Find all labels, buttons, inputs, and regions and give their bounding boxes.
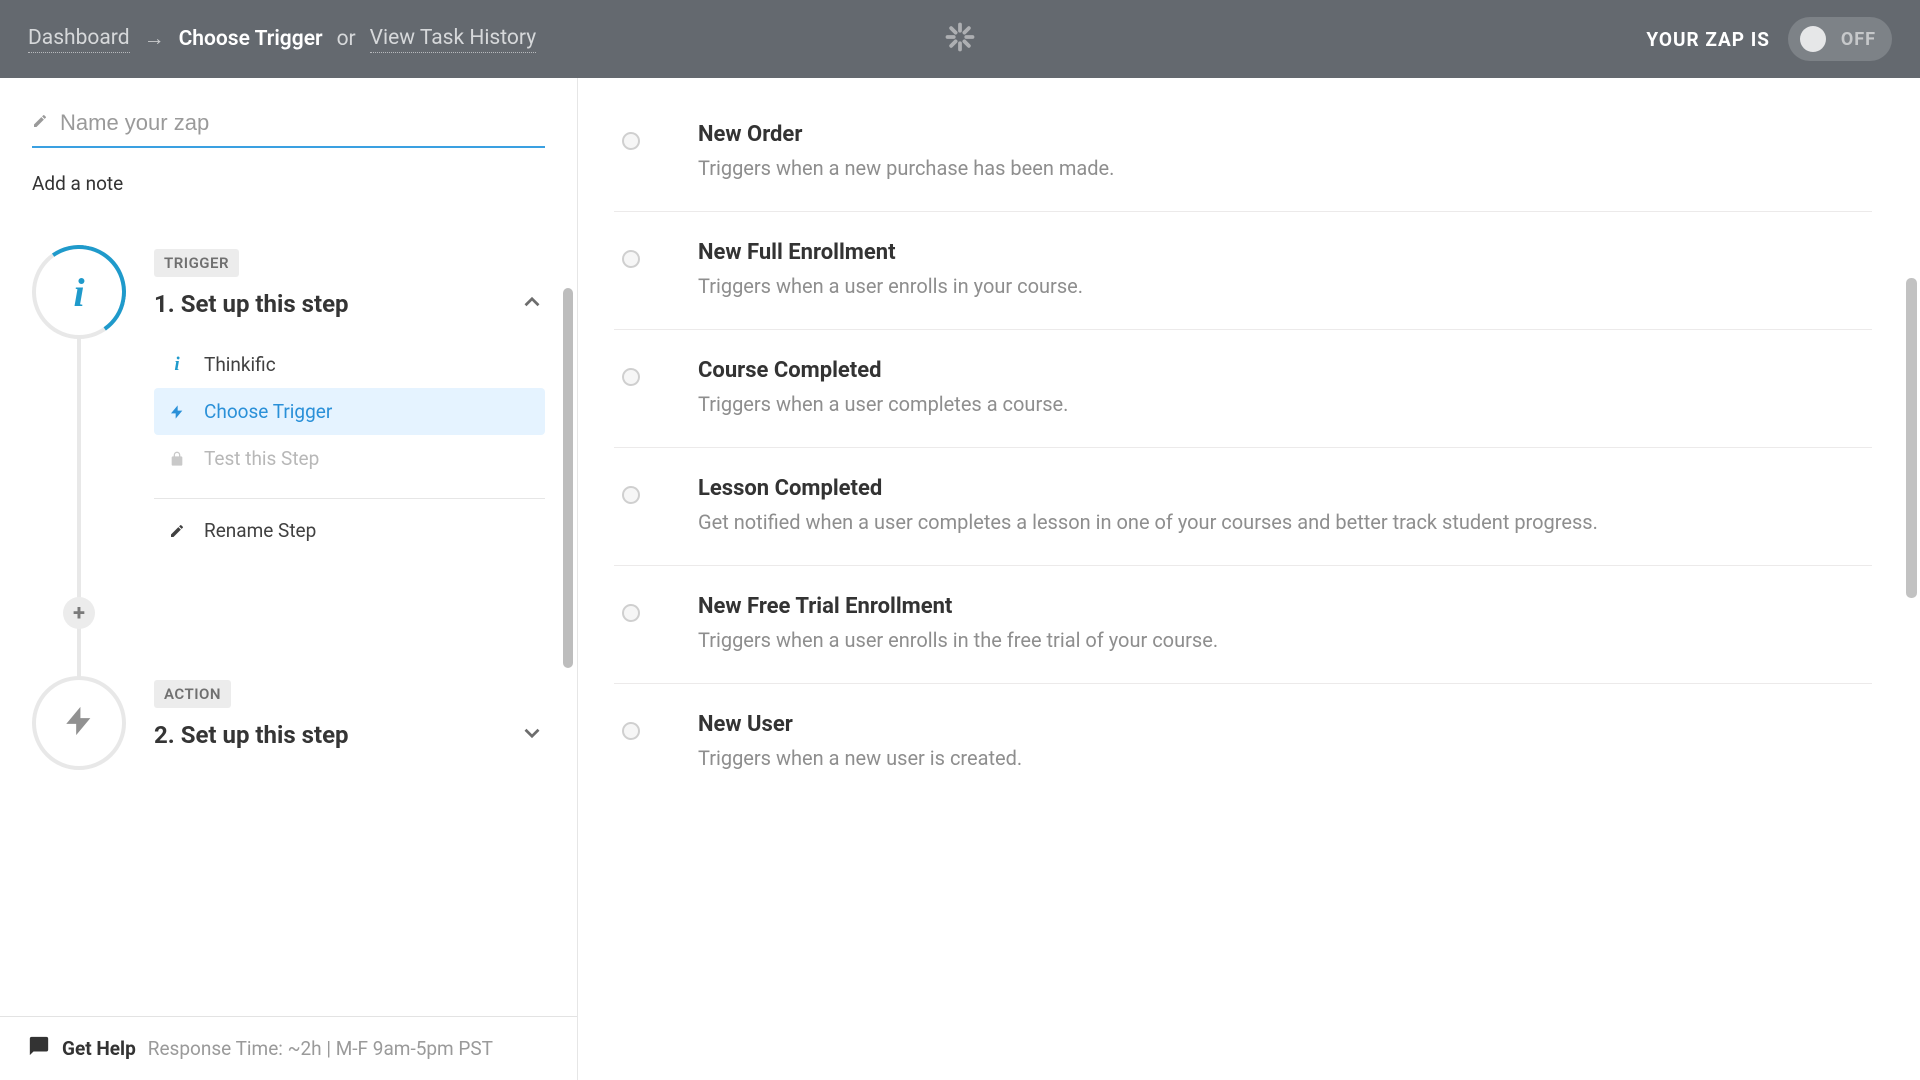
trigger-option[interactable]: New User Triggers when a new user is crea… [614, 684, 1872, 801]
add-note-link[interactable]: Add a note [32, 172, 123, 195]
trigger-radio[interactable] [622, 132, 640, 150]
step-2-title: 2. Set up this step [154, 721, 349, 749]
toggle-knob [1800, 26, 1826, 52]
breadcrumb: Dashboard → Choose Trigger or View Task … [28, 26, 536, 53]
status-label: YOUR ZAP IS [1646, 28, 1770, 51]
trigger-list: New Order Triggers when a new purchase ha… [578, 78, 1920, 841]
help-label: Get Help [62, 1037, 136, 1060]
trigger-description: Get notified when a user completes a les… [698, 507, 1872, 537]
trigger-option[interactable]: New Free Trial Enrollment Triggers when a… [614, 566, 1872, 684]
breadcrumb-arrow: → [144, 27, 165, 51]
pencil-icon [168, 523, 186, 539]
chevron-up-icon [519, 289, 545, 319]
add-step-button[interactable]: + [63, 597, 95, 629]
logo [945, 22, 975, 56]
trigger-description: Triggers when a user enrolls in your cou… [698, 271, 1872, 301]
step-connector [77, 335, 81, 695]
trigger-title: Course Completed [698, 358, 1872, 383]
trigger-title: New Free Trial Enrollment [698, 594, 1872, 619]
trigger-option[interactable]: Course Completed Triggers when a user com… [614, 330, 1872, 448]
zap-toggle[interactable]: OFF [1788, 17, 1892, 61]
step-1-title: 1. Set up this step [154, 290, 349, 318]
trigger-radio[interactable] [622, 486, 640, 504]
topbar: Dashboard → Choose Trigger or View Task … [0, 0, 1920, 78]
step-1-header[interactable]: 1. Set up this step [154, 289, 545, 319]
main-scrollbar[interactable] [1906, 278, 1917, 598]
main-panel: New Order Triggers when a new purchase ha… [578, 78, 1920, 1080]
trigger-description: Triggers when a new user is created. [698, 743, 1872, 773]
bolt-icon [62, 700, 96, 746]
zapier-icon [945, 22, 975, 56]
trigger-option[interactable]: Lesson Completed Get notified when a user… [614, 448, 1872, 566]
substep-test: Test this Step [154, 435, 545, 482]
rename-step-label: Rename Step [204, 519, 316, 542]
pencil-icon [32, 113, 48, 133]
help-bar[interactable]: Get Help Response Time: ~2h | M-F 9am-5p… [0, 1016, 577, 1080]
trigger-radio[interactable] [622, 604, 640, 622]
task-history-link[interactable]: View Task History [370, 26, 536, 53]
breadcrumb-current: Choose Trigger [179, 27, 323, 51]
trigger-description: Triggers when a user completes a course. [698, 389, 1872, 419]
chevron-down-icon [519, 720, 545, 750]
zap-status: YOUR ZAP IS OFF [1646, 17, 1892, 61]
sidebar-scrollbar[interactable] [563, 288, 573, 668]
trigger-radio[interactable] [622, 250, 640, 268]
action-tag: ACTION [154, 680, 231, 708]
zap-name-field-wrap[interactable] [32, 110, 545, 148]
trigger-description: Triggers when a user enrolls in the free… [698, 625, 1872, 655]
trigger-description: Triggers when a new purchase has been ma… [698, 153, 1872, 183]
step-2-circle[interactable] [32, 676, 126, 770]
trigger-radio[interactable] [622, 368, 640, 386]
trigger-option[interactable]: New Order Triggers when a new purchase ha… [614, 94, 1872, 212]
breadcrumb-or: or [337, 27, 356, 51]
trigger-tag: TRIGGER [154, 249, 239, 277]
info-icon: i [168, 354, 186, 376]
trigger-option[interactable]: New Full Enrollment Triggers when a user … [614, 212, 1872, 330]
trigger-title: New Order [698, 122, 1872, 147]
zap-name-input[interactable] [60, 110, 545, 136]
substep-choose-label: Choose Trigger [204, 400, 332, 423]
trigger-radio[interactable] [622, 722, 640, 740]
info-icon: i [73, 269, 84, 316]
lock-icon [168, 450, 186, 468]
step-1: i + TRIGGER 1. Set up this step [32, 245, 545, 554]
bolt-icon [168, 403, 186, 421]
step-1-circle[interactable]: i [32, 245, 126, 339]
substep-test-label: Test this Step [204, 447, 319, 470]
toggle-text: OFF [1826, 29, 1880, 50]
trigger-title: New User [698, 712, 1872, 737]
dashboard-link[interactable]: Dashboard [28, 26, 130, 53]
chat-icon [28, 1035, 50, 1062]
help-meta: Response Time: ~2h | M-F 9am-5pm PST [148, 1037, 493, 1060]
sidebar: Add a note i + TRIGGER 1. Set up this st… [0, 78, 578, 1080]
substep-choose-trigger[interactable]: Choose Trigger [154, 388, 545, 435]
rename-step[interactable]: Rename Step [154, 498, 545, 554]
trigger-title: Lesson Completed [698, 476, 1872, 501]
trigger-title: New Full Enrollment [698, 240, 1872, 265]
step-2: ACTION 2. Set up this step [32, 676, 545, 770]
substep-app-label: Thinkific [204, 353, 276, 376]
substep-app[interactable]: i Thinkific [154, 341, 545, 388]
step-2-header[interactable]: 2. Set up this step [154, 720, 545, 750]
